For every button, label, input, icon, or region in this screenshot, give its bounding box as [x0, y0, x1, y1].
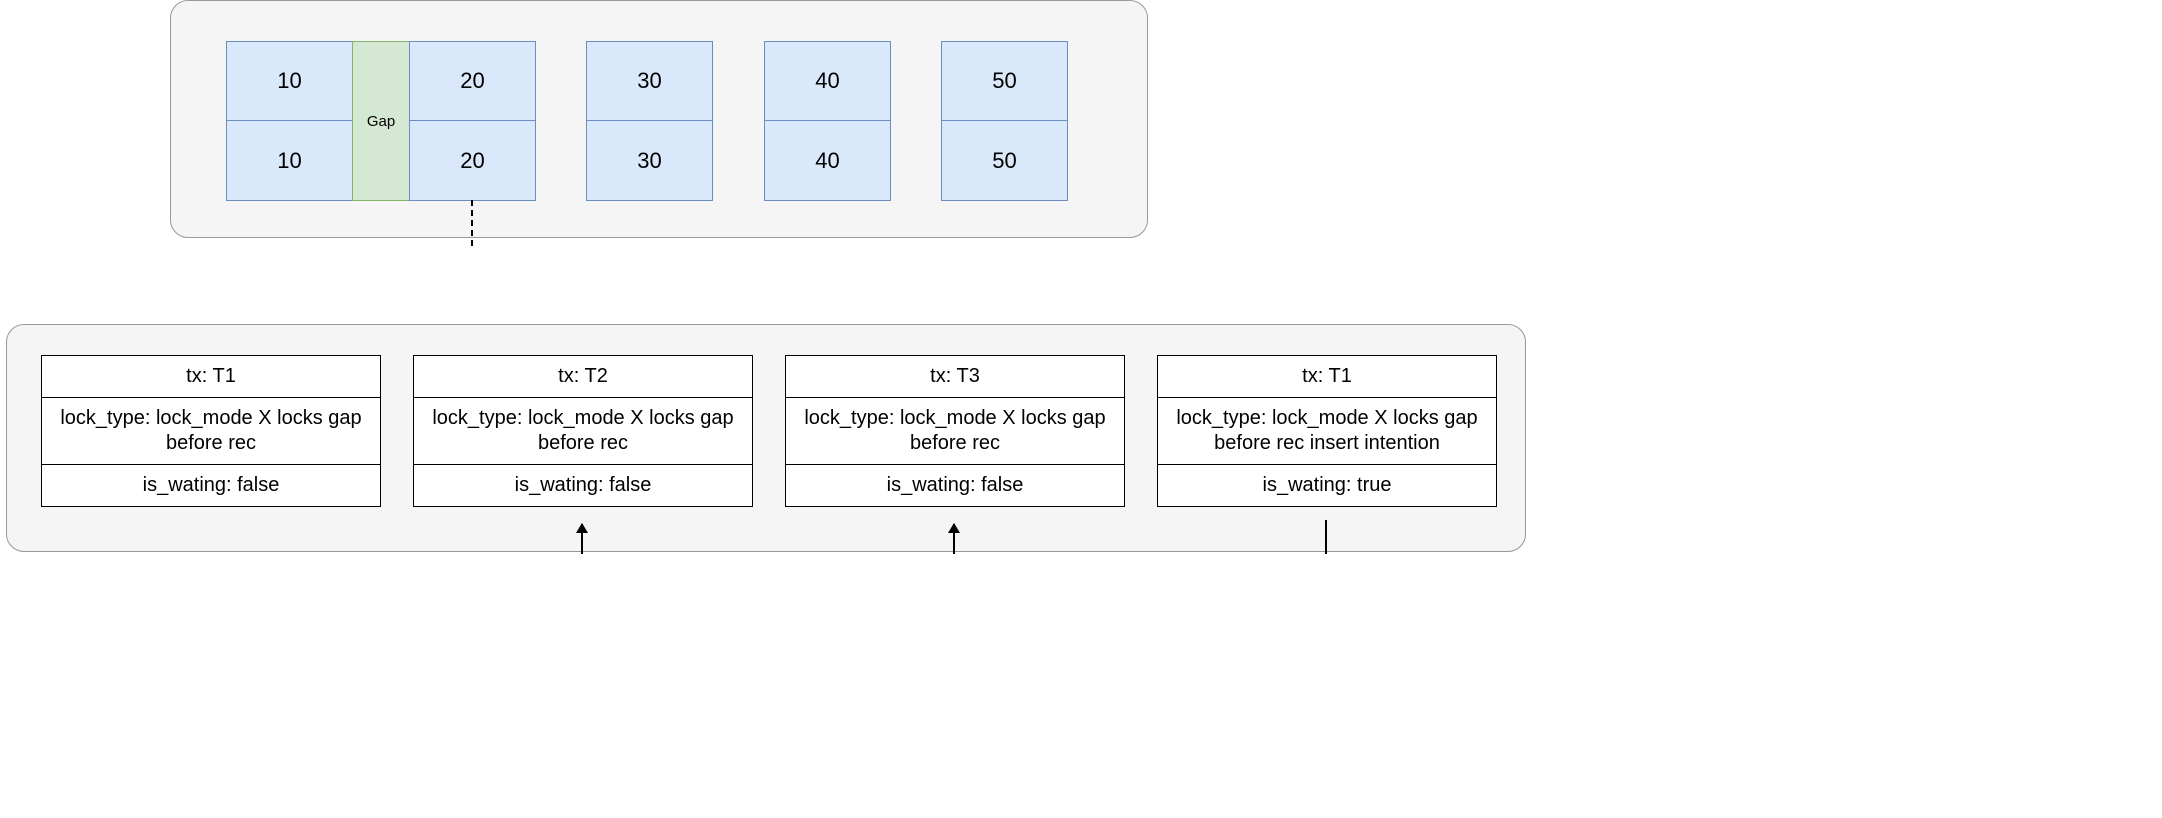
record-column: 50 50: [941, 41, 1068, 201]
lock-waiting: is_wating: false: [42, 465, 380, 506]
record-cell: 20: [409, 41, 536, 121]
lock-tx: tx: T1: [1158, 356, 1496, 398]
locks-panel: tx: T1 lock_type: lock_mode X locks gap …: [6, 324, 1526, 552]
record-cell: 20: [409, 121, 536, 201]
lock-tx: tx: T3: [786, 356, 1124, 398]
lock-card: tx: T2 lock_type: lock_mode X locks gap …: [413, 355, 753, 507]
lock-type: lock_type: lock_mode X locks gap before …: [1158, 398, 1496, 465]
records-panel: 10 10 Gap 20 20 30 30 40 40 50 50: [170, 0, 1148, 238]
gap-box: Gap: [352, 41, 410, 201]
lock-card: tx: T1 lock_type: lock_mode X locks gap …: [41, 355, 381, 507]
lock-card: tx: T3 lock_type: lock_mode X locks gap …: [785, 355, 1125, 507]
lock-type: lock_type: lock_mode X locks gap before …: [42, 398, 380, 465]
record-cell: 50: [941, 121, 1068, 201]
lock-tx: tx: T1: [42, 356, 380, 398]
record-cell: 40: [764, 121, 891, 201]
record-cell: 50: [941, 41, 1068, 121]
lock-waiting: is_wating: false: [414, 465, 752, 506]
connector-line: [1325, 520, 1327, 554]
record-cell: 30: [586, 121, 713, 201]
lock-card: tx: T1 lock_type: lock_mode X locks gap …: [1157, 355, 1497, 507]
record-column: 20 20: [409, 41, 536, 201]
record-column: 10 10: [226, 41, 353, 201]
lock-type: lock_type: lock_mode X locks gap before …: [786, 398, 1124, 465]
record-cell: 40: [764, 41, 891, 121]
arrow-up-icon: [581, 524, 583, 554]
record-column: 40 40: [764, 41, 891, 201]
lock-type: lock_type: lock_mode X locks gap before …: [414, 398, 752, 465]
lock-waiting: is_wating: true: [1158, 465, 1496, 506]
record-column: 30 30: [586, 41, 713, 201]
lock-tx: tx: T2: [414, 356, 752, 398]
record-cell: 10: [226, 121, 353, 201]
lock-waiting: is_wating: false: [786, 465, 1124, 506]
record-cell: 30: [586, 41, 713, 121]
dashed-connector: [471, 200, 473, 246]
record-cell: 10: [226, 41, 353, 121]
arrow-up-icon: [953, 524, 955, 554]
